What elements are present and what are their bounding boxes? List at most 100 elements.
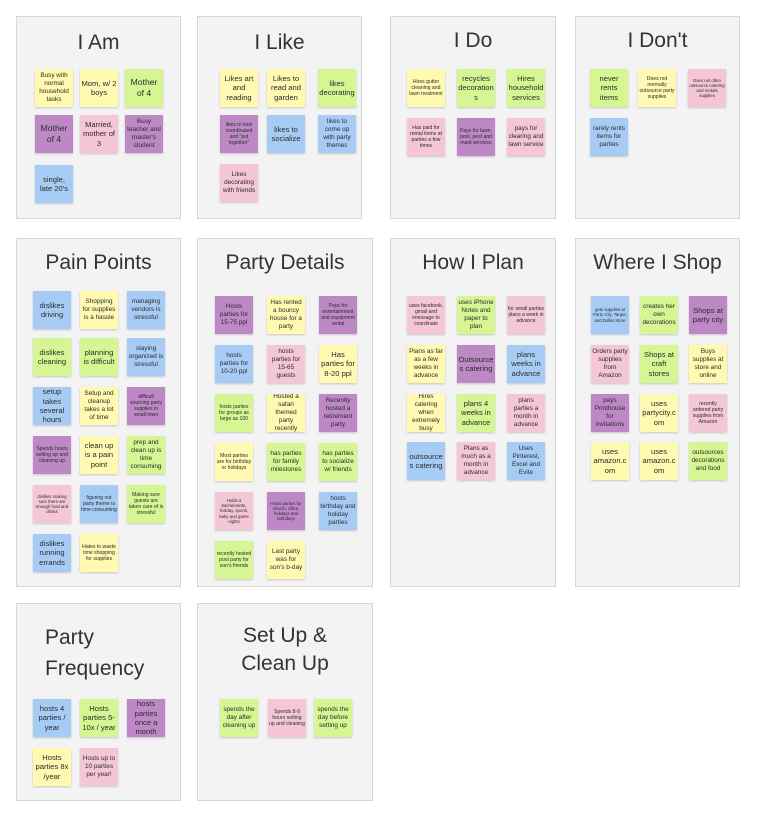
sticky-note[interactable]: Likes art and reading xyxy=(220,69,258,107)
sticky-note[interactable]: outsources decorations and food xyxy=(689,442,727,480)
sticky-note[interactable]: gets supplies at Party City, Target, and… xyxy=(591,296,629,334)
sticky-note[interactable]: Has rented a bouncy house for a party xyxy=(267,296,305,334)
sticky-note[interactable]: Has parties for 8-20 ppl xyxy=(319,345,357,383)
sticky-note[interactable]: pays Printhouse for invitations xyxy=(591,394,629,432)
frame-how-i-plan[interactable]: How I Plan uses facebook, gmail and imess… xyxy=(390,238,556,587)
sticky-note[interactable]: prep and clean up is time consuming xyxy=(127,436,165,474)
sticky-note[interactable]: recently ordered party supplies from Ama… xyxy=(689,394,727,432)
frame-i-do[interactable]: I Do Hires gutter cleaning and lawn treat… xyxy=(390,16,556,219)
sticky-note[interactable]: recently hosted pool party for son's fri… xyxy=(215,541,253,579)
sticky-note[interactable]: staying organized is stressful xyxy=(127,338,165,376)
sticky-note[interactable]: Shops at craft stores xyxy=(640,345,678,383)
sticky-note[interactable]: rarely rents items for parties xyxy=(590,118,628,156)
sticky-note[interactable]: Married, mother of 3 xyxy=(80,115,118,153)
sticky-note[interactable]: has parties for family milestones xyxy=(267,443,305,481)
sticky-note[interactable]: Has paid for rental items at parties a f… xyxy=(407,118,445,156)
frame-i-don-t[interactable]: I Don't never rents items Does not normall… xyxy=(575,16,740,219)
frame-where-i-shop[interactable]: Where I Shop gets supplies at Party City,… xyxy=(575,238,740,587)
sticky-note[interactable]: uses amazon.com xyxy=(591,442,629,480)
sticky-note[interactable]: Pays for entertainment and equipment ren… xyxy=(319,296,357,334)
frame-i-like[interactable]: I Like Likes art and reading Likes to read… xyxy=(197,16,362,219)
sticky-note[interactable]: managing vendors is stressful xyxy=(127,291,165,329)
sticky-note[interactable]: Hosts up to 10 parties per year! xyxy=(80,748,118,786)
sticky-note[interactable]: Hires household services xyxy=(507,69,545,107)
sticky-note[interactable]: Likes to read and garden xyxy=(267,69,305,107)
sticky-note[interactable]: setup takes several hours xyxy=(33,387,71,425)
sticky-note[interactable]: Busy teacher and master's student xyxy=(125,115,163,153)
frame-party-details[interactable]: Party Details Hosts parties for 15-75 ppl… xyxy=(197,238,373,587)
sticky-note[interactable]: Hires gutter cleaning and lawn treatment xyxy=(407,69,445,107)
sticky-note[interactable]: Hires catering when extremely busy xyxy=(407,394,445,432)
sticky-note[interactable]: Spends hours setting up and cleaning up xyxy=(33,436,71,474)
sticky-note[interactable]: Hosts parties 8x /year xyxy=(33,748,71,786)
sticky-note[interactable]: spends the day after cleaning up xyxy=(220,699,258,737)
sticky-note[interactable]: Holds a bachelorette, holiday, sports, b… xyxy=(215,492,253,530)
sticky-note[interactable]: Mother of 4 xyxy=(125,69,163,107)
sticky-note[interactable]: Mother of 4 xyxy=(35,115,73,153)
sticky-note[interactable]: Buys supplies at store and online xyxy=(689,345,727,383)
sticky-note[interactable]: Last party was for son's b-day xyxy=(267,541,305,579)
sticky-note[interactable]: dislikes making sure there are enough fo… xyxy=(33,485,71,523)
sticky-note[interactable]: never rents items xyxy=(590,69,628,107)
sticky-note[interactable]: likes decorating xyxy=(318,69,356,107)
sticky-note[interactable]: Recently hosted a retirement party xyxy=(319,394,357,432)
sticky-note[interactable]: pays for clearing and lawn service xyxy=(507,118,545,156)
sticky-note[interactable]: Hosts parties 5-10x / year xyxy=(80,699,118,737)
sticky-note[interactable]: Outsources catering xyxy=(457,345,495,383)
sticky-note[interactable]: Mom, w/ 2 boys xyxy=(80,69,118,107)
sticky-note[interactable]: likes to look coordinated and "put toget… xyxy=(220,115,258,153)
sticky-note[interactable]: hosts parties for groups as large as 100 xyxy=(215,394,253,432)
sticky-note[interactable]: hosts parties once a month xyxy=(127,699,165,737)
sticky-note[interactable]: Most parties are for birthday or holiday… xyxy=(215,443,253,481)
sticky-note[interactable]: hosts 4 parties / year xyxy=(33,699,71,737)
sticky-note[interactable]: Setup and cleanup takes a lot of time xyxy=(80,387,118,425)
sticky-note[interactable]: Hosted a safari themed party recently xyxy=(267,394,305,432)
sticky-note[interactable]: spends the day before setting up xyxy=(314,699,352,737)
sticky-note[interactable]: dislikes running errands xyxy=(33,534,71,572)
sticky-note[interactable]: clean up is a pain point xyxy=(80,436,118,474)
sticky-note[interactable]: Orders party supplies from Amazon xyxy=(591,345,629,383)
sticky-note[interactable]: figuring out party theme is time consumi… xyxy=(80,485,118,523)
sticky-note[interactable]: Likes decorating with friends xyxy=(220,164,258,202)
sticky-note[interactable]: Shopping for supplies is a hassle xyxy=(80,291,118,329)
sticky-note[interactable]: for small parties plans a week in advanc… xyxy=(507,296,545,334)
frame-i-am[interactable]: I Am Busy with normal household tasks Mom,… xyxy=(16,16,181,219)
sticky-note[interactable]: uses facebook, gmail and imessage to coo… xyxy=(407,296,445,334)
sticky-note[interactable]: has parties to socialize w/ friends xyxy=(319,443,357,481)
sticky-note[interactable]: Making sure guests are taken care of is … xyxy=(127,485,165,523)
sticky-note[interactable]: Busy with normal household tasks xyxy=(35,69,73,107)
sticky-note[interactable]: plans weeks in advance xyxy=(507,345,545,383)
sticky-note[interactable]: outsources catering xyxy=(407,442,445,480)
frame-party-frequency[interactable]: Party Frequency hosts 4 parties / year Hos… xyxy=(16,603,181,801)
sticky-note[interactable]: Plans as much as a month in advance xyxy=(457,442,495,480)
sticky-note[interactable]: dislikes driving xyxy=(33,291,71,329)
sticky-note[interactable]: recycles decorations xyxy=(457,69,495,107)
sticky-note[interactable]: uses partycity.com xyxy=(640,394,678,432)
sticky-note[interactable]: likes to come up with party themes xyxy=(318,115,356,153)
sticky-note[interactable]: Pays for lawn, pool, pest and maid servi… xyxy=(457,118,495,156)
sticky-note[interactable]: uses amazon.com xyxy=(640,442,678,480)
sticky-note[interactable]: plans 4 weeks in advance xyxy=(457,394,495,432)
sticky-note[interactable]: difficult sourcing party supplies in sma… xyxy=(127,387,165,425)
sticky-note[interactable]: Hosts parties for 15-75 ppl xyxy=(215,296,253,334)
frame-pain-points[interactable]: Pain Points dislikes driving Shopping for … xyxy=(16,238,181,587)
sticky-note[interactable]: Hates to waste time shopping for supplie… xyxy=(80,534,118,572)
sticky-note[interactable]: likes to socialize xyxy=(267,115,305,153)
sticky-note[interactable]: Uses Pinterest, Excel and Evite xyxy=(507,442,545,480)
sticky-note[interactable]: creates her own decorations xyxy=(640,296,678,334)
sticky-note[interactable]: Shops at party city xyxy=(689,296,727,334)
sticky-note[interactable]: Does not often outsource catering and re… xyxy=(688,69,726,107)
sticky-note[interactable]: Hosts parties for church, office, holida… xyxy=(267,492,305,530)
sticky-note[interactable]: hosts birthday and holiday parties xyxy=(319,492,357,530)
sticky-note[interactable]: hosts parties for 15-65 guests xyxy=(267,345,305,383)
sticky-note[interactable]: single, late 20's xyxy=(35,165,73,203)
sticky-note[interactable]: hosts parties for 10-20 ppl xyxy=(215,345,253,383)
sticky-note[interactable]: plans parties a month in advance xyxy=(507,394,545,432)
sticky-note[interactable]: uses iPhone Notes and paper to plan xyxy=(457,296,495,334)
sticky-note[interactable]: planning is difficult xyxy=(80,338,118,376)
sticky-note[interactable]: Spends 8-9 hours setting up and cleaning xyxy=(268,699,306,737)
sticky-note[interactable]: dislikes cleaning xyxy=(33,338,71,376)
sticky-note[interactable]: Plans as far as a few weeks in advance xyxy=(407,345,445,383)
sticky-note[interactable]: Does not normally outsource party suppli… xyxy=(638,69,676,107)
frame-set-up-clean-up[interactable]: Set Up & Clean Up spends the day after cl… xyxy=(197,603,373,801)
